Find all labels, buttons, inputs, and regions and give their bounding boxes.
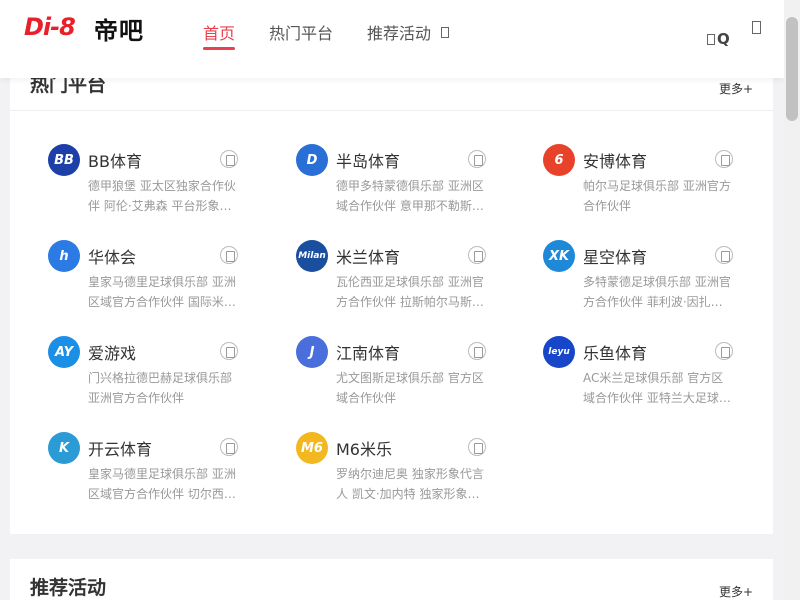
platform-logo-icon: M6 [296, 432, 328, 464]
recommended-events-panel: 推荐活动 更多+ [10, 559, 773, 600]
nav-home[interactable]: 首页 [203, 16, 236, 50]
recommended-events-header: 推荐活动 更多+ [10, 559, 773, 600]
platform-description: 多特蒙德足球俱乐部 亚洲官方合作伙伴 菲利波·因扎… [583, 275, 731, 309]
main-nav: 首页 热门平台 推荐活动 [203, 16, 483, 50]
platform-name[interactable]: 米兰体育 [336, 244, 400, 268]
platform-name[interactable]: 爱游戏 [88, 340, 136, 364]
platform-name[interactable]: 安博体育 [583, 148, 647, 172]
recommended-events-more-link[interactable]: 更多+ [719, 583, 753, 600]
nav-hot-platforms[interactable]: 热门平台 [269, 16, 333, 48]
top-navigation-bar: Di-8 帝吧 首页 热门平台 推荐活动 Q [0, 0, 784, 78]
platform-description: 德甲狼堡 亚太区独家合作伙伴 阿伦·艾弗森 平台形象… [88, 179, 236, 213]
platform-card[interactable]: leyu 乐鱼体育 AC米兰足球俱乐部 官方区域合作伙伴 亚特兰大足球… [543, 336, 753, 416]
copy-link-icon[interactable] [715, 342, 733, 360]
dropdown-icon [441, 26, 450, 38]
platform-card[interactable]: AY 爱游戏门兴格拉德巴赫足球俱乐部 亚洲官方合作伙伴 [48, 336, 258, 416]
logo-mark: Di-8 [22, 13, 94, 43]
logo-text: Di-8 [24, 13, 76, 41]
nav-recommended-events-label: 推荐活动 [367, 24, 432, 43]
copy-link-icon[interactable] [468, 150, 486, 168]
platform-card[interactable]: BB BB体育德甲狼堡 亚太区独家合作伙伴 阿伦·艾弗森 平台形象… [48, 144, 258, 224]
platform-name[interactable]: M6米乐 [336, 436, 392, 460]
copy-link-icon[interactable] [468, 342, 486, 360]
recommended-events-title: 推荐活动 [30, 577, 107, 599]
hot-platforms-more-link[interactable]: 更多+ [719, 80, 753, 97]
copy-link-icon[interactable] [220, 150, 238, 168]
platform-description: 尤文图斯足球俱乐部 官方区域合作伙伴 [336, 371, 484, 405]
platform-card[interactable]: XK 星空体育多特蒙德足球俱乐部 亚洲官方合作伙伴 菲利波·因扎… [543, 240, 753, 320]
platform-description: 帕尔马足球俱乐部 亚洲官方合作伙伴 [583, 179, 731, 213]
copy-link-icon[interactable] [468, 438, 486, 456]
copy-link-icon[interactable] [220, 342, 238, 360]
platform-name[interactable]: 星空体育 [583, 244, 647, 268]
nav-home-label: 首页 [203, 24, 236, 43]
platform-card[interactable]: 6 安博体育帕尔马足球俱乐部 亚洲官方合作伙伴 [543, 144, 753, 224]
page-scrollbar[interactable] [784, 0, 800, 600]
copy-link-icon[interactable] [715, 246, 733, 264]
scrollbar-thumb[interactable] [786, 17, 798, 121]
platform-logo-icon: AY [48, 336, 80, 368]
platform-logo-icon: XK [543, 240, 575, 272]
platform-card[interactable]: Milan 米兰体育瓦伦西亚足球俱乐部 亚洲官方合作伙伴 拉斯帕尔马斯… [296, 240, 506, 320]
logo-chinese-name: 帝吧 [94, 16, 144, 45]
platform-card[interactable]: D 半岛体育德甲多特蒙德俱乐部 亚洲区域合作伙伴 意甲那不勒斯… [296, 144, 506, 224]
platform-logo-icon: K [48, 432, 80, 464]
platform-card[interactable]: K 开云体育皇家马德里足球俱乐部 亚洲区域官方合作伙伴 切尔西… [48, 432, 258, 512]
platform-logo-icon: 6 [543, 144, 575, 176]
search-icon [707, 33, 715, 45]
platform-card[interactable]: h 华体会皇家马德里足球俱乐部 亚洲区域官方合作伙伴 国际米… [48, 240, 258, 320]
platform-description: 皇家马德里足球俱乐部 亚洲区域官方合作伙伴 切尔西… [88, 467, 236, 501]
copy-link-icon[interactable] [220, 438, 238, 456]
menu-icon[interactable] [752, 21, 761, 34]
copy-link-icon[interactable] [468, 246, 486, 264]
nav-recommended-events[interactable]: 推荐活动 [367, 16, 450, 48]
platform-description: 皇家马德里足球俱乐部 亚洲区域官方合作伙伴 国际米… [88, 275, 236, 309]
hot-platforms-panel: 热门平台 更多+ BB BB体育 德甲狼堡 亚太区独家合作伙伴 阿伦·艾弗森 平台形… [10, 60, 773, 534]
platform-name[interactable]: 乐鱼体育 [583, 340, 647, 364]
platform-logo-icon: J [296, 336, 328, 368]
search-label: Q [717, 30, 730, 48]
platform-card[interactable]: M6 M6米乐罗纳尔迪尼奥 独家形象代言人 凯文·加内特 独家形象… [296, 432, 506, 512]
platform-description: 门兴格拉德巴赫足球俱乐部 亚洲官方合作伙伴 [88, 371, 233, 405]
platform-logo-icon: h [48, 240, 80, 272]
platform-name[interactable]: 开云体育 [88, 436, 152, 460]
platform-name[interactable]: 半岛体育 [336, 148, 400, 172]
platform-description: 德甲多特蒙德俱乐部 亚洲区域合作伙伴 意甲那不勒斯… [336, 179, 484, 213]
copy-link-icon[interactable] [220, 246, 238, 264]
platform-description: 瓦伦西亚足球俱乐部 亚洲官方合作伙伴 拉斯帕尔马斯… [336, 275, 484, 309]
platform-description: AC米兰足球俱乐部 官方区域合作伙伴 亚特兰大足球… [583, 371, 731, 405]
platform-name[interactable]: 江南体育 [336, 340, 400, 364]
platform-logo-icon: Milan [296, 240, 328, 272]
platform-name[interactable]: 华体会 [88, 244, 136, 268]
platform-name[interactable]: BB体育 [88, 148, 142, 172]
search-button[interactable]: Q [707, 30, 730, 48]
platform-description: 罗纳尔迪尼奥 独家形象代言人 凯文·加内特 独家形象… [336, 467, 484, 501]
platform-card[interactable]: J 江南体育尤文图斯足球俱乐部 官方区域合作伙伴 [296, 336, 506, 416]
copy-link-icon[interactable] [715, 150, 733, 168]
platform-logo-icon: leyu [543, 336, 575, 368]
site-logo[interactable]: Di-8 帝吧 [22, 12, 144, 45]
platform-logo-icon: BB [48, 144, 80, 176]
nav-hot-platforms-label: 热门平台 [269, 24, 334, 43]
platform-logo-icon: D [296, 144, 328, 176]
